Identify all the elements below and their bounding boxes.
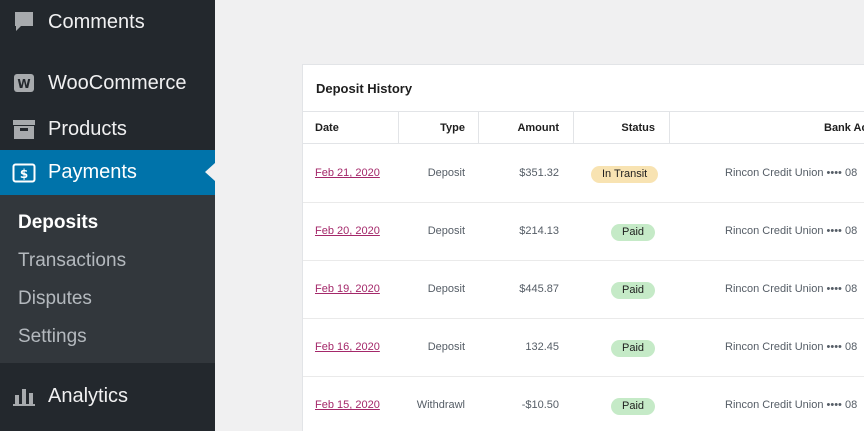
deposit-history-card: Deposit History Date Type Amount Status … xyxy=(302,64,864,431)
status-badge: Paid xyxy=(611,340,656,357)
column-header-date[interactable]: Date xyxy=(315,112,339,144)
divider xyxy=(573,112,574,144)
deposit-date-link[interactable]: Feb 20, 2020 xyxy=(315,203,380,260)
sidebar-item-label: WooCommerce xyxy=(48,71,187,94)
column-header-amount[interactable]: Amount xyxy=(517,112,559,144)
divider xyxy=(669,112,670,144)
bank-account: Rincon Credit Union •••• 08 xyxy=(725,225,858,237)
status-badge: In Transit xyxy=(591,166,659,183)
payments-submenu: Deposits Transactions Disputes Settings xyxy=(0,195,215,363)
table-row: Feb 15, 2020 Withdrawl -$10.50 Paid Rinc… xyxy=(303,377,864,431)
column-header-type[interactable]: Type xyxy=(440,112,465,144)
deposit-amount: $214.13 xyxy=(519,225,559,237)
table-header: Date Type Amount Status Bank Ac xyxy=(303,112,864,144)
column-header-status[interactable]: Status xyxy=(621,112,655,144)
sidebar-item-label: Analytics xyxy=(48,384,129,407)
sidebar-item-label: Comments xyxy=(48,10,145,33)
payments-icon: $ xyxy=(12,161,36,185)
deposit-amount: 132.45 xyxy=(525,341,559,353)
submenu-item-disputes[interactable]: Disputes xyxy=(18,288,92,310)
table-row: Feb 20, 2020 Deposit $214.13 Paid Rincon… xyxy=(303,203,864,261)
submenu-item-transactions[interactable]: Transactions xyxy=(18,250,126,272)
sidebar-item-label: Products xyxy=(48,117,127,140)
sidebar-item-analytics[interactable]: Analytics xyxy=(0,374,215,418)
sidebar-item-payments[interactable]: $ Payments xyxy=(0,150,215,195)
status-badge: Paid xyxy=(611,398,656,415)
deposit-type: Deposit xyxy=(427,341,465,353)
column-header-bank-account[interactable]: Bank Ac xyxy=(824,112,864,144)
admin-sidebar: Comments W WooCommerce Products $ Paymen… xyxy=(0,0,215,431)
deposit-date-link[interactable]: Feb 16, 2020 xyxy=(315,319,380,376)
status-badge: Paid xyxy=(611,224,656,241)
deposit-type: Deposit xyxy=(427,225,465,237)
divider xyxy=(398,112,399,144)
svg-text:W: W xyxy=(17,77,30,91)
bank-account: Rincon Credit Union •••• 08 xyxy=(725,167,858,179)
status-badge: Paid xyxy=(611,282,656,299)
table-row: Feb 16, 2020 Deposit 132.45 Paid Rincon … xyxy=(303,319,864,377)
deposit-date-link[interactable]: Feb 15, 2020 xyxy=(315,377,380,431)
bar-chart-icon xyxy=(12,384,36,408)
table-row: Feb 19, 2020 Deposit $445.87 Paid Rincon… xyxy=(303,261,864,319)
deposit-type: Withdrawl xyxy=(416,399,465,411)
comment-icon xyxy=(12,10,36,34)
bank-account: Rincon Credit Union •••• 08 xyxy=(725,283,858,295)
woocommerce-icon: W xyxy=(12,71,36,95)
card-title: Deposit History xyxy=(316,81,413,96)
deposit-amount: -$10.50 xyxy=(521,399,559,411)
deposit-date-link[interactable]: Feb 19, 2020 xyxy=(315,261,380,318)
bank-account: Rincon Credit Union •••• 08 xyxy=(725,399,858,411)
svg-text:$: $ xyxy=(20,167,28,181)
deposit-amount: $351.32 xyxy=(519,167,559,179)
submenu-item-deposits[interactable]: Deposits xyxy=(18,212,98,234)
table-row: Feb 21, 2020 Deposit $351.32 In Transit … xyxy=(303,145,864,203)
deposit-date-link[interactable]: Feb 21, 2020 xyxy=(315,145,380,202)
sidebar-item-label: Payments xyxy=(48,161,137,183)
deposit-type: Deposit xyxy=(427,283,465,295)
archive-icon xyxy=(12,117,36,141)
divider xyxy=(478,112,479,144)
sidebar-item-comments[interactable]: Comments xyxy=(0,0,215,44)
bank-account: Rincon Credit Union •••• 08 xyxy=(725,341,858,353)
submenu-item-settings[interactable]: Settings xyxy=(18,326,87,348)
deposit-type: Deposit xyxy=(427,167,465,179)
deposit-amount: $445.87 xyxy=(519,283,559,295)
sidebar-item-woocommerce[interactable]: W WooCommerce xyxy=(0,61,215,105)
sidebar-item-products[interactable]: Products xyxy=(0,107,215,151)
